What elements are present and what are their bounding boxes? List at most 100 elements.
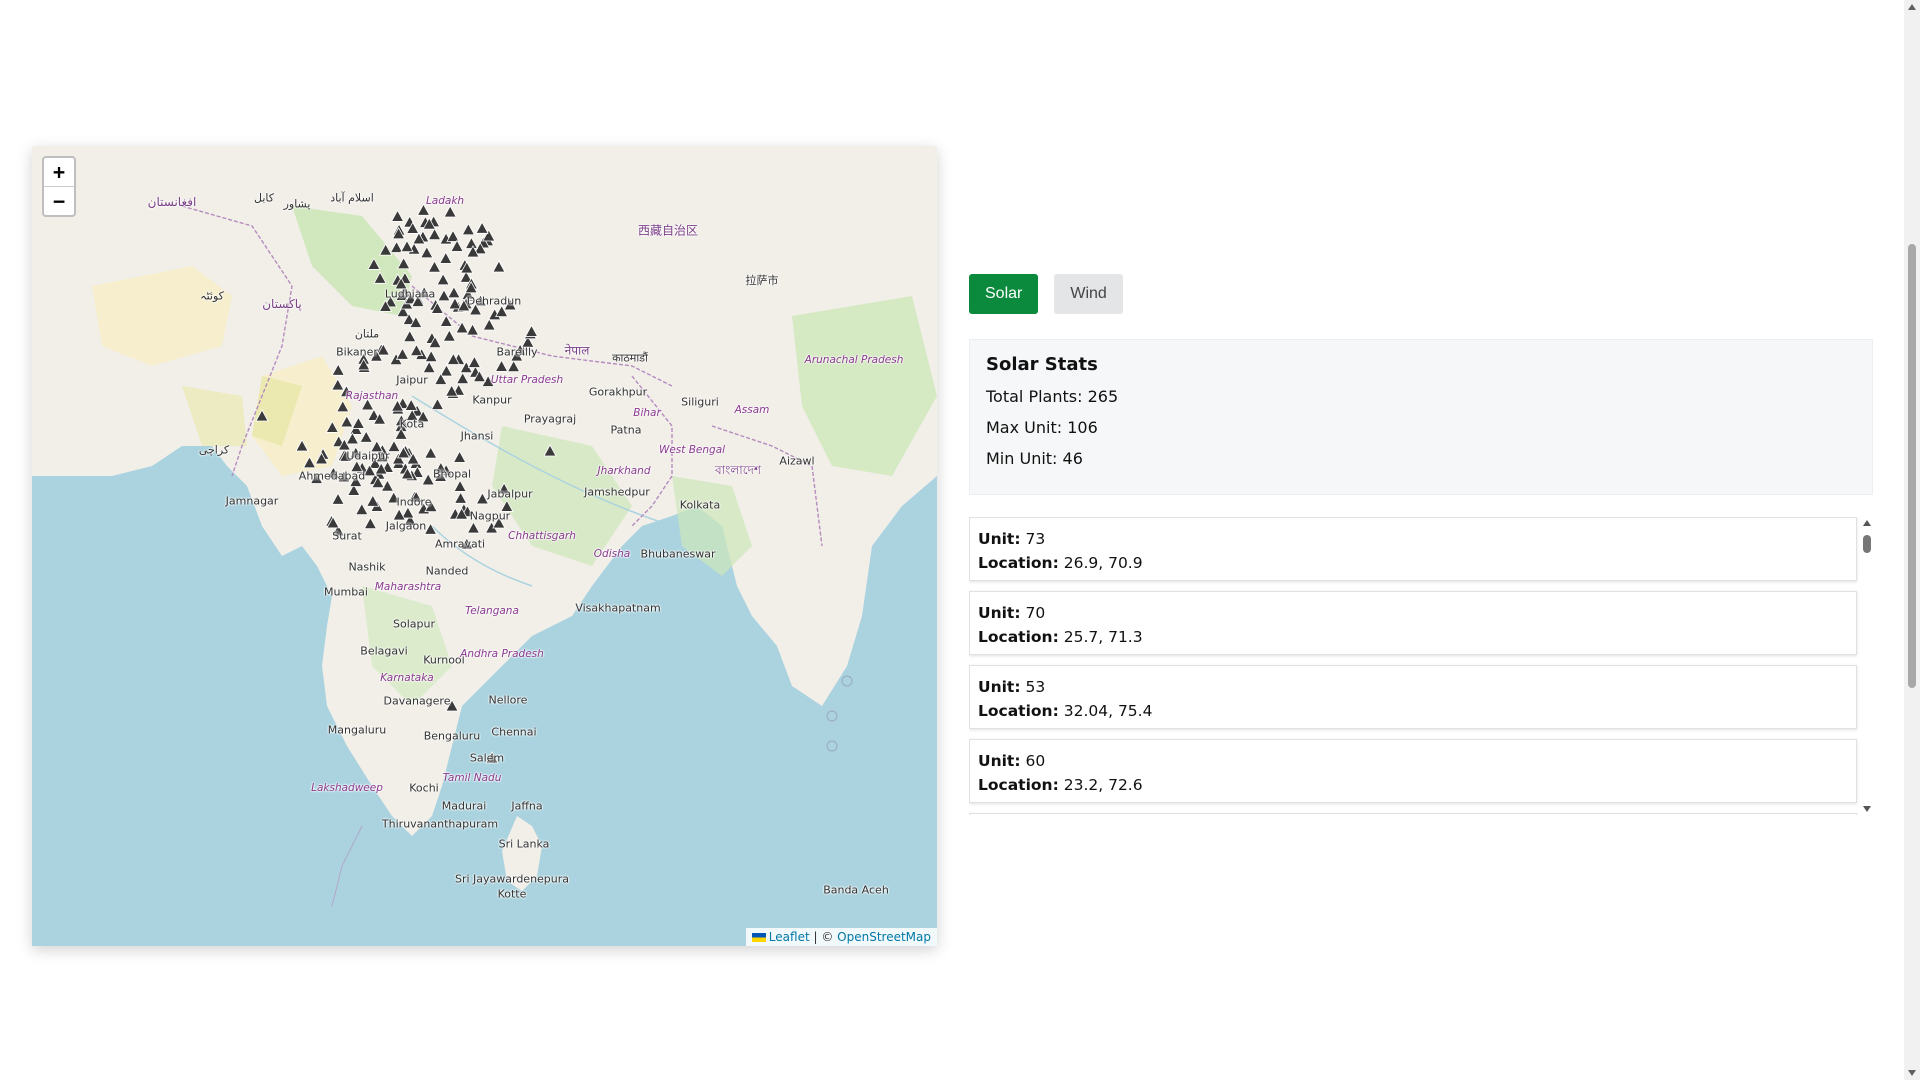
solar-plant-marker-icon[interactable] bbox=[373, 271, 387, 284]
solar-plant-marker-icon[interactable] bbox=[467, 355, 482, 368]
solar-plant-marker-icon[interactable] bbox=[455, 371, 470, 385]
solar-plant-marker-icon[interactable] bbox=[363, 516, 378, 530]
solar-plant-marker-icon[interactable] bbox=[340, 415, 354, 428]
list-item[interactable]: Unit: 53 Location: 32.04, 75.4 bbox=[969, 665, 1857, 729]
solar-plant-marker-icon[interactable] bbox=[331, 378, 345, 391]
scroll-up-icon[interactable] bbox=[1863, 520, 1871, 526]
map-label: Amravati bbox=[434, 537, 486, 551]
solar-plant-marker-icon[interactable] bbox=[355, 502, 369, 516]
solar-plant-marker-icon[interactable] bbox=[439, 251, 453, 264]
solar-plant-marker-icon[interactable] bbox=[524, 324, 539, 337]
solar-plant-marker-icon[interactable] bbox=[359, 430, 373, 443]
map-label: Bhopal bbox=[432, 467, 472, 481]
solar-plant-marker-icon[interactable] bbox=[403, 329, 417, 342]
map-container[interactable]: افغانستان کابل پشاور اسلام آباد پاکستان … bbox=[32, 146, 937, 946]
list-item[interactable]: Unit: 73 Location: 26.9, 70.9 bbox=[969, 517, 1857, 581]
solar-plant-marker-icon[interactable] bbox=[396, 256, 411, 270]
solar-plant-marker-icon[interactable] bbox=[446, 229, 460, 242]
map-label: Udaipur bbox=[346, 449, 390, 463]
solar-plant-marker-icon[interactable] bbox=[439, 314, 453, 327]
map-label: Kurnool bbox=[423, 653, 465, 667]
map-label: کوئٹہ bbox=[200, 289, 224, 303]
map-label: Bihar bbox=[633, 407, 661, 419]
solar-plant-marker-icon[interactable] bbox=[443, 205, 457, 218]
solar-plant-marker-icon[interactable] bbox=[482, 318, 496, 331]
map-label: Jhansi bbox=[460, 429, 494, 443]
list-scrollbar-thumb[interactable] bbox=[1863, 535, 1871, 553]
solar-plant-marker-icon[interactable] bbox=[378, 243, 393, 256]
solar-plant-marker-icon[interactable] bbox=[427, 260, 442, 273]
solar-plant-marker-icon[interactable] bbox=[506, 359, 521, 373]
map-label: Solapur bbox=[393, 617, 435, 631]
solar-plant-marker-icon[interactable] bbox=[302, 455, 317, 469]
stats-max-unit: Max Unit: 106 bbox=[986, 418, 1098, 437]
list-item[interactable]: Unit: 60 Location: 23.2, 72.6 bbox=[969, 739, 1857, 803]
zoom-in-button[interactable]: + bbox=[44, 158, 74, 186]
solar-plant-marker-icon[interactable] bbox=[475, 221, 489, 234]
solar-plant-marker-icon[interactable] bbox=[387, 439, 401, 452]
map-label: Bareilly bbox=[496, 345, 538, 359]
map-label: Prayagraj bbox=[523, 412, 577, 426]
solar-plant-marker-icon[interactable] bbox=[466, 521, 481, 534]
solar-plant-marker-icon[interactable] bbox=[453, 491, 468, 504]
solar-plant-marker-icon[interactable] bbox=[461, 222, 476, 236]
list-item[interactable]: Unit: 70 Location: 25.7, 71.3 bbox=[969, 591, 1857, 655]
map-label: پشاور bbox=[283, 197, 311, 211]
map-label: Mangaluru bbox=[327, 723, 387, 737]
map-label: اسلام آباد bbox=[330, 191, 374, 205]
tab-solar[interactable]: Solar bbox=[969, 274, 1039, 314]
solar-plant-marker-icon[interactable] bbox=[494, 359, 509, 372]
solar-plant-marker-icon[interactable] bbox=[255, 409, 269, 422]
map-label: Visakhapatnam bbox=[575, 601, 661, 615]
solar-plant-marker-icon[interactable] bbox=[424, 446, 438, 459]
list-item-partial[interactable] bbox=[969, 813, 1857, 815]
tab-wind[interactable]: Wind bbox=[1054, 274, 1123, 314]
solar-plant-marker-icon[interactable] bbox=[455, 321, 469, 334]
page-scroll-up-icon[interactable] bbox=[1908, 4, 1916, 10]
plant-list[interactable]: Unit: 73 Location: 26.9, 70.9 Unit: 70 L… bbox=[969, 517, 1873, 815]
map-label: Jharkhand bbox=[597, 465, 651, 477]
solar-plant-marker-icon[interactable] bbox=[351, 416, 366, 429]
map-attribution: Leaflet | © OpenStreetMap bbox=[745, 928, 937, 946]
map-label: Sri Jayawardenepura bbox=[454, 872, 570, 886]
solar-plant-marker-icon[interactable] bbox=[389, 240, 404, 253]
solar-plant-marker-icon[interactable] bbox=[450, 239, 464, 252]
scroll-down-icon[interactable] bbox=[1863, 806, 1871, 812]
solar-plant-marker-icon[interactable] bbox=[424, 349, 438, 363]
zoom-out-button[interactable]: − bbox=[44, 186, 74, 215]
solar-plant-marker-icon[interactable] bbox=[325, 420, 339, 433]
map-label: Davanagere bbox=[383, 694, 451, 708]
solar-plant-marker-icon[interactable] bbox=[392, 508, 406, 521]
solar-plant-marker-icon[interactable] bbox=[447, 285, 461, 299]
solar-plant-marker-icon[interactable] bbox=[401, 506, 415, 519]
page-scroll-down-icon[interactable] bbox=[1908, 1070, 1916, 1076]
solar-plant-marker-icon[interactable] bbox=[400, 239, 414, 253]
solar-plant-marker-icon[interactable] bbox=[395, 347, 410, 360]
solar-plant-marker-icon[interactable] bbox=[439, 364, 454, 377]
solar-plant-marker-icon[interactable] bbox=[336, 399, 350, 413]
solar-plant-marker-icon[interactable] bbox=[452, 450, 467, 463]
solar-plant-marker-icon[interactable] bbox=[436, 272, 450, 286]
unit-label: Unit: bbox=[978, 752, 1021, 770]
solar-plant-marker-icon[interactable] bbox=[430, 397, 445, 410]
solar-plant-marker-icon[interactable] bbox=[331, 492, 345, 505]
solar-plant-marker-icon[interactable] bbox=[427, 227, 442, 240]
page-scrollbar[interactable] bbox=[1904, 0, 1920, 1080]
solar-plant-marker-icon[interactable] bbox=[543, 444, 557, 457]
solar-plant-marker-icon[interactable] bbox=[420, 245, 434, 259]
solar-plant-marker-icon[interactable] bbox=[465, 323, 480, 336]
solar-plant-marker-icon[interactable] bbox=[464, 236, 479, 249]
solar-plant-marker-icon[interactable] bbox=[442, 329, 457, 342]
solar-plant-marker-icon[interactable] bbox=[390, 209, 405, 222]
solar-plant-marker-icon[interactable] bbox=[331, 363, 345, 376]
list-scrollbar[interactable] bbox=[1861, 517, 1873, 815]
solar-plant-marker-icon[interactable] bbox=[423, 522, 438, 535]
solar-plant-marker-icon[interactable] bbox=[367, 257, 381, 270]
leaflet-link[interactable]: Leaflet bbox=[769, 930, 810, 944]
page-scrollbar-thumb[interactable] bbox=[1908, 244, 1916, 688]
openstreetmap-link[interactable]: OpenStreetMap bbox=[837, 930, 931, 944]
solar-plant-marker-icon[interactable] bbox=[422, 360, 436, 374]
solar-plant-marker-icon[interactable] bbox=[437, 288, 451, 302]
solar-plant-marker-icon[interactable] bbox=[295, 439, 309, 452]
solar-plant-marker-icon[interactable] bbox=[453, 479, 467, 492]
